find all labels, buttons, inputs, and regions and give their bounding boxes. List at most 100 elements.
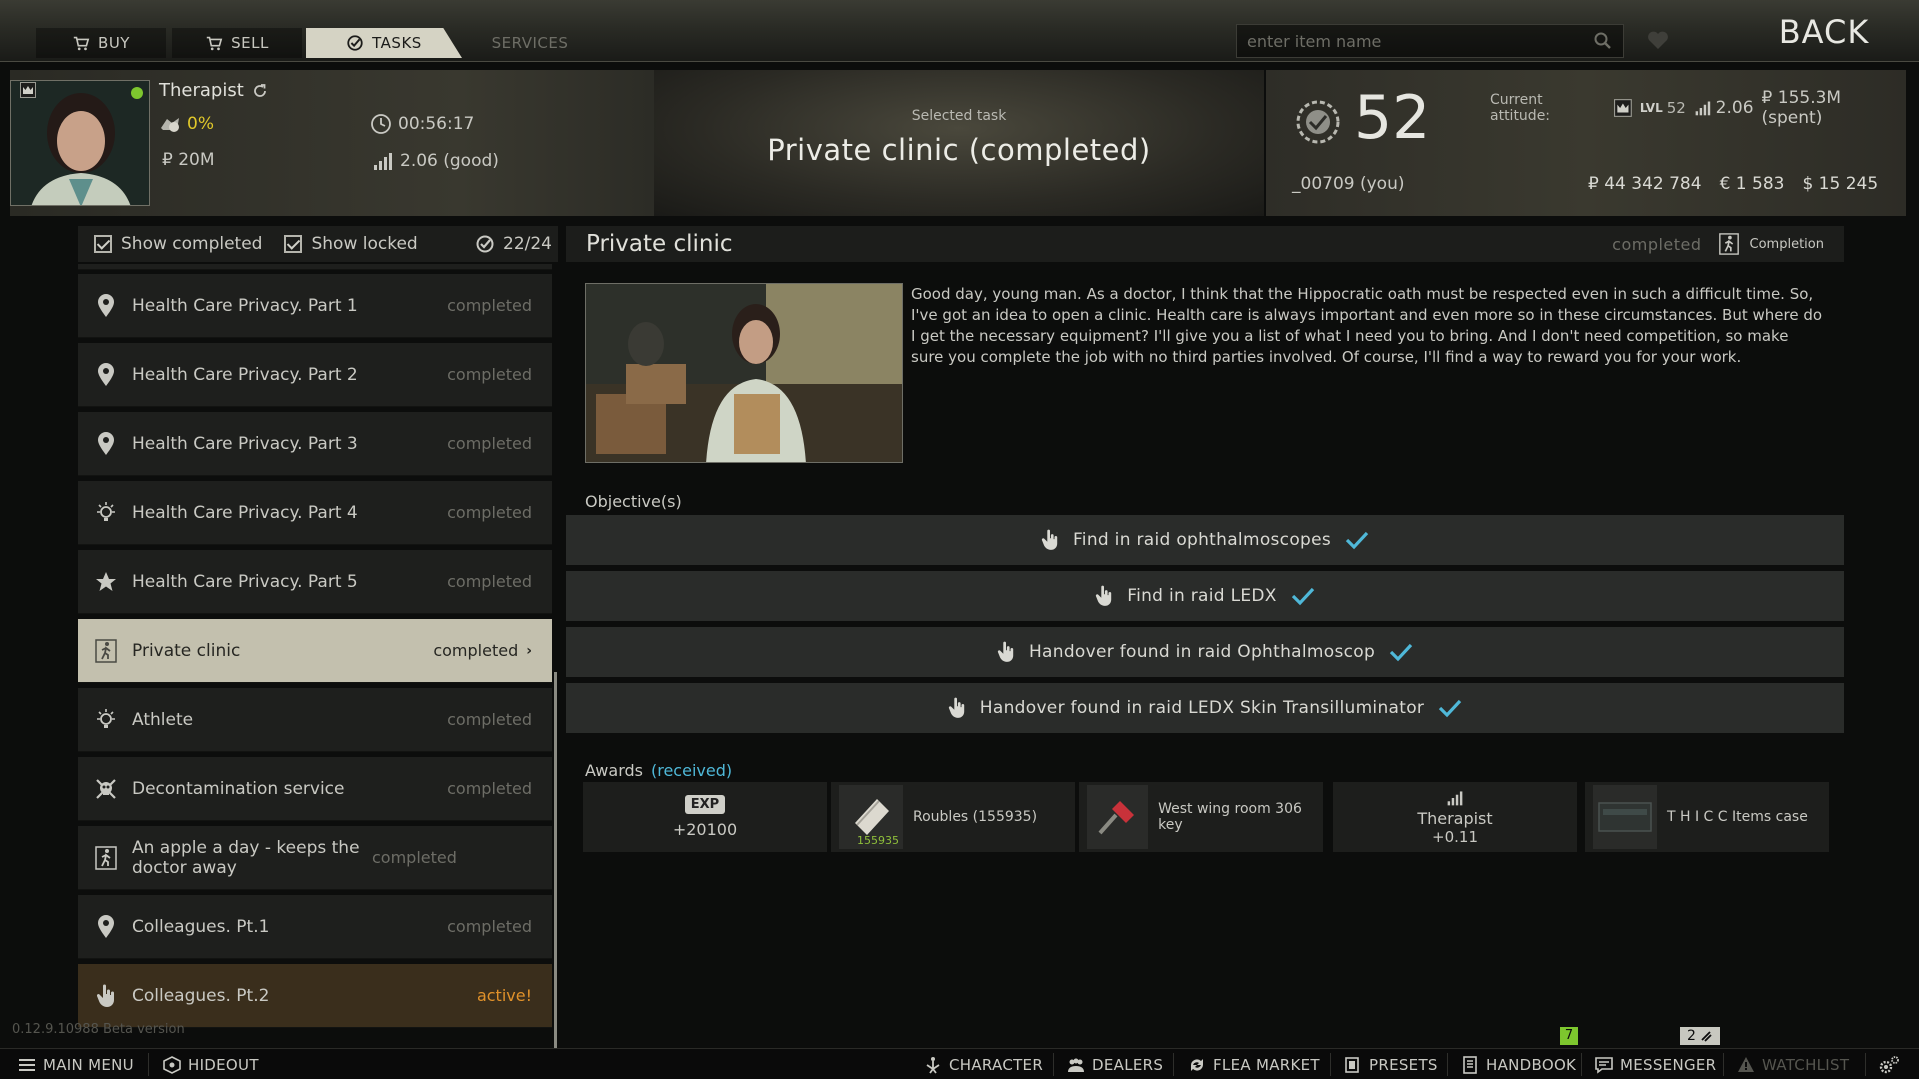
tab-services[interactable]: SERVICES [470, 28, 590, 58]
show-completed-toggle[interactable]: Show completed [94, 234, 262, 254]
objective-text: Handover found in raid LEDX Skin Transil… [979, 698, 1425, 718]
star-icon [94, 570, 118, 594]
trader-avatar [11, 81, 149, 205]
task-name: Health Care Privacy. Part 2 [132, 364, 358, 385]
character-button[interactable]: CHARACTER [924, 1049, 1043, 1079]
task-item[interactable]: Health Care Privacy. Part 4 completed [78, 481, 552, 545]
roubles-count: 155935 [857, 834, 899, 847]
checkbox[interactable] [284, 235, 303, 253]
version-label: 0.12.9.10988 Beta version [12, 1022, 185, 1037]
tab-buy[interactable]: BUY [36, 28, 166, 58]
main-menu-button[interactable]: MAIN MENU [18, 1049, 134, 1079]
task-count-value: 22/24 [503, 234, 552, 254]
tab-sell[interactable]: SELL [172, 28, 302, 58]
checkmark-icon [1345, 531, 1369, 550]
exp-badge: EXP [684, 795, 726, 814]
roubles-item-icon: 155935 [839, 785, 903, 849]
top-nav-bar: BUY SELL TASKS SERVICES BACK [0, 0, 1919, 62]
checkbox[interactable] [94, 235, 112, 253]
hideout-button[interactable]: HIDEOUT [163, 1049, 259, 1079]
roubles-balance: ₽ 44 342 784 [1588, 174, 1702, 194]
task-detail-status: completed [1612, 234, 1702, 254]
lightbulb-icon [94, 708, 118, 732]
task-detail-header: Private clinic completed Completion [566, 226, 1844, 262]
task-status: completed [447, 779, 532, 798]
task-status: completed [433, 641, 519, 660]
task-list-scrollbar[interactable] [554, 672, 557, 1048]
award-key[interactable]: West wing room 306 key [1079, 782, 1323, 852]
dollars-balance: $ 15 245 [1802, 174, 1879, 194]
runner-icon [94, 638, 118, 663]
messenger-button[interactable]: MESSENGER [1595, 1049, 1716, 1079]
trader-portrait[interactable] [10, 80, 150, 206]
objective-text: Find in raid LEDX [1127, 586, 1277, 606]
dealers-button[interactable]: DEALERS [1067, 1049, 1163, 1079]
divider [1053, 1053, 1054, 1076]
task-item-partial[interactable] [78, 264, 552, 270]
case-item-icon [1593, 785, 1657, 849]
award-case[interactable]: T H I C C Items case [1585, 782, 1829, 852]
task-name: Colleagues. Pt.2 [132, 985, 270, 1006]
show-locked-toggle[interactable]: Show locked [284, 234, 418, 254]
refresh-icon[interactable] [252, 83, 268, 99]
watchlist-button[interactable]: WATCHLIST [1737, 1049, 1849, 1079]
map-pin-icon [94, 362, 118, 387]
hand-pointer-icon [948, 697, 964, 718]
objectives-label: Objective(s) [585, 492, 682, 511]
reputation-value: +0.11 [1432, 827, 1478, 846]
task-item[interactable]: Athlete completed [78, 688, 552, 752]
task-name: An apple a day - keeps the doctor away [132, 837, 360, 878]
task-item[interactable]: Health Care Privacy. Part 5 completed [78, 550, 552, 614]
task-item[interactable]: Health Care Privacy. Part 3 completed [78, 412, 552, 476]
exp-value: +20100 [672, 820, 738, 839]
attitude-standing: 2.06 [1715, 98, 1754, 118]
attitude-label: Current attitude: [1490, 92, 1551, 124]
settings-gear-icon[interactable] [1878, 1055, 1900, 1075]
handbook-button[interactable]: HANDBOOK [1461, 1049, 1576, 1079]
task-item[interactable]: An apple a day - keeps the doctor away c… [78, 826, 552, 890]
selected-task-caption: Selected task [911, 108, 1007, 124]
messenger-badge-count: 2 [1687, 1028, 1696, 1044]
objective-row: Find in raid ophthalmoscopes [566, 515, 1844, 565]
player-info-panel: 52 _00709 (you) Current attitude: LVL 52… [1266, 70, 1906, 216]
task-name: Decontamination service [132, 778, 345, 799]
task-name: Athlete [132, 709, 194, 730]
award-roubles[interactable]: 155935 Roubles (155935) [831, 782, 1075, 852]
divider [1173, 1053, 1174, 1076]
objective-row: Find in raid LEDX [566, 571, 1844, 621]
divider [1581, 1053, 1582, 1076]
selected-task-panel: Selected task Private clinic (completed) [654, 70, 1264, 216]
back-button[interactable]: BACK [1764, 10, 1884, 54]
handbook-icon [1463, 1055, 1477, 1074]
awards-label: Awards [585, 761, 643, 780]
task-item-selected[interactable]: Private clinic completed › [78, 619, 552, 683]
task-name: Health Care Privacy. Part 1 [132, 295, 358, 316]
task-illustration [585, 283, 903, 463]
tab-tasks[interactable]: TASKS [306, 28, 462, 58]
task-status: completed [447, 710, 532, 729]
messenger-badge: 2 [1680, 1027, 1720, 1045]
heart-icon[interactable] [1646, 29, 1670, 51]
online-status-dot [131, 87, 143, 99]
loyalty-icon [161, 118, 179, 132]
task-item[interactable]: Health Care Privacy. Part 1 completed [78, 274, 552, 338]
task-item[interactable]: Colleagues. Pt.1 completed [78, 895, 552, 959]
task-status: completed [372, 848, 457, 867]
map-pin-icon [94, 914, 118, 939]
clock-icon [371, 114, 391, 134]
flea-market-button[interactable]: FLEA MARKET [1188, 1049, 1320, 1079]
task-name: Colleagues. Pt.1 [132, 916, 270, 937]
task-item[interactable]: Decontamination service completed [78, 757, 552, 821]
runner-icon [94, 845, 118, 870]
search-icon[interactable] [1593, 31, 1613, 51]
divider [1447, 1053, 1448, 1076]
task-status: completed [447, 296, 532, 315]
search-input[interactable] [1247, 31, 1593, 51]
task-item-active[interactable]: Colleagues. Pt.2 active! [78, 964, 552, 1028]
task-filter-bar: Show completed Show locked 22/24 [78, 226, 558, 262]
task-item[interactable]: Health Care Privacy. Part 2 completed [78, 343, 552, 407]
check-circle-icon [476, 235, 494, 253]
hand-pointer-icon [997, 641, 1014, 662]
presets-button[interactable]: PRESETS [1344, 1049, 1438, 1079]
checkmark-icon [1439, 699, 1462, 718]
